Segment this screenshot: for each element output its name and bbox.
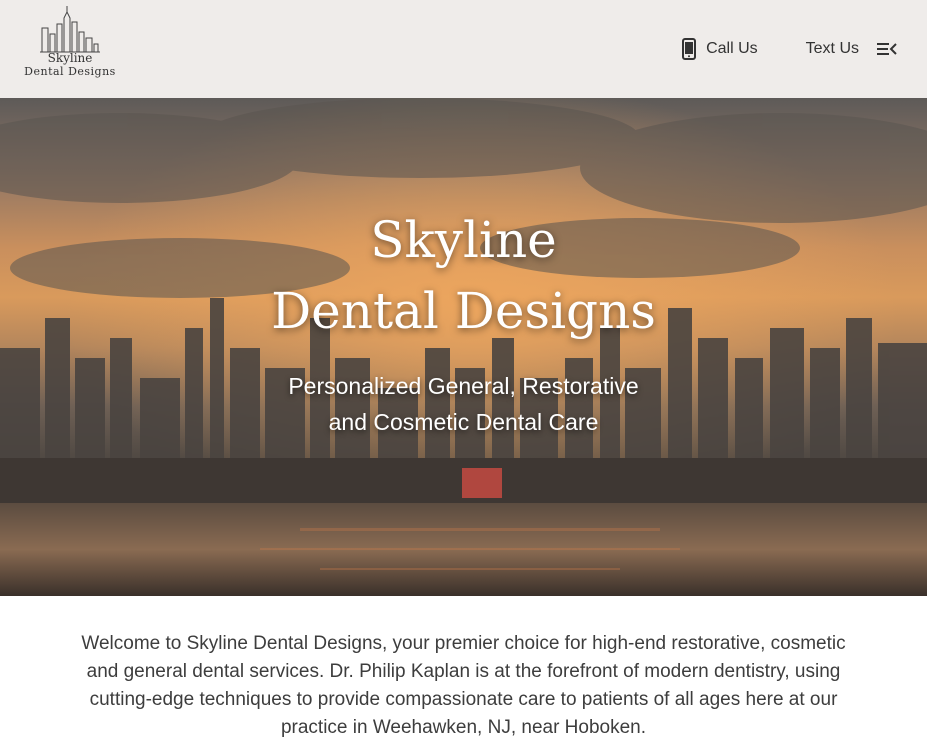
intro-paragraph: Welcome to Skyline Dental Designs, your … <box>81 633 846 738</box>
site-logo[interactable]: Skyline Dental Designs <box>22 6 118 86</box>
city-skyline-logo-icon <box>40 6 100 53</box>
call-us-label: Call Us <box>706 40 758 57</box>
call-us-link[interactable]: Call Us <box>682 38 758 60</box>
hero-subtitle-line2: and Cosmetic Dental Care <box>328 409 599 435</box>
text-us-label: Text Us <box>805 40 859 57</box>
mobile-phone-icon <box>682 38 697 60</box>
logo-text-line1: Skyline <box>47 51 93 65</box>
menu-button[interactable] <box>877 42 897 56</box>
header-nav: Call Us Text Us <box>682 35 897 63</box>
hero-title-line2: Dental Designs <box>271 282 656 340</box>
menu-icon <box>877 43 897 55</box>
city-skyline-photo <box>0 98 927 596</box>
logo-text-line2: Dental Designs <box>24 65 116 78</box>
hero-subtitle-line1: Personalized General, Restorative <box>288 373 639 399</box>
text-us-link[interactable]: Text Us <box>806 40 859 58</box>
site-header: Skyline Dental Designs Call Us Text Us <box>0 0 927 98</box>
hero-banner: Skyline Dental Designs Personalized Gene… <box>0 98 927 596</box>
hero-title-line1: Skyline <box>370 211 557 269</box>
